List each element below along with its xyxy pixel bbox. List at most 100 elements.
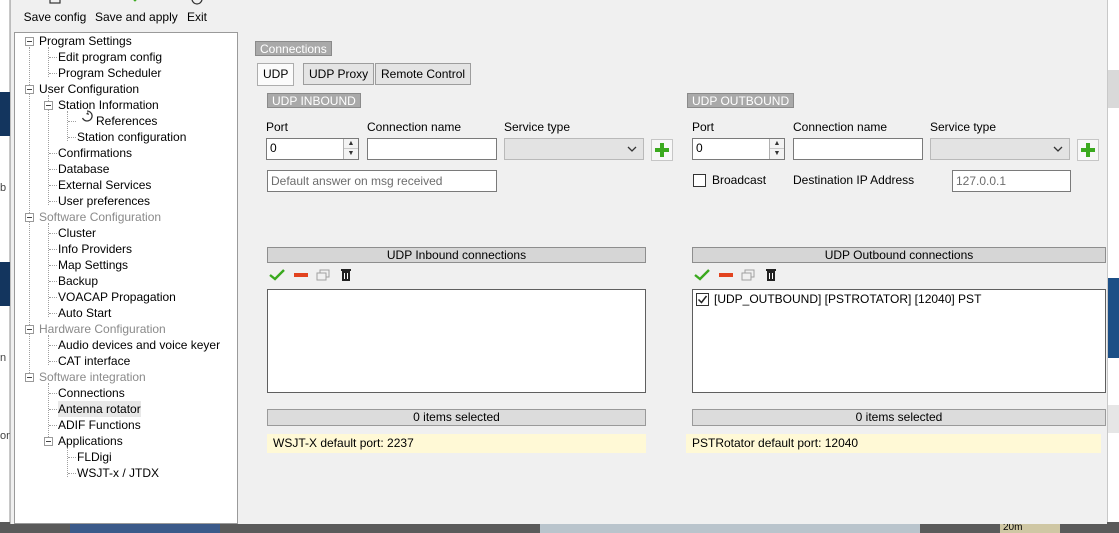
- tree-collapse-toggle[interactable]: [44, 437, 53, 446]
- tree-guide-line: [49, 361, 57, 362]
- background-band: [0, 92, 10, 136]
- outbound-connection-name-field[interactable]: [793, 138, 923, 160]
- outbound-port-label: Port: [692, 120, 715, 134]
- tree-item-external-services[interactable]: External Services: [58, 177, 151, 193]
- tree-guide-line: [49, 313, 57, 314]
- spin-buttons: ▲ ▼: [769, 139, 784, 159]
- tree-guide-line: [48, 95, 49, 205]
- save-config-button[interactable]: Save config: [23, 0, 87, 26]
- duplicate-icon[interactable]: [316, 268, 332, 282]
- tree-collapse-toggle[interactable]: [25, 213, 34, 222]
- list-item-checkbox[interactable]: [696, 293, 709, 306]
- tree-item-auto-start[interactable]: Auto Start: [58, 305, 111, 321]
- inbound-connections-list[interactable]: [267, 289, 646, 393]
- add-outbound-button[interactable]: [1077, 139, 1099, 161]
- broadcast-checkbox[interactable]: [693, 174, 706, 187]
- tree-item-user-configuration[interactable]: User Configuration: [39, 81, 139, 97]
- tree-guide-line: [49, 345, 57, 346]
- increment-arrow-icon[interactable]: ▲: [770, 139, 784, 149]
- tree-item-program-settings[interactable]: Program Settings: [39, 33, 132, 49]
- tree-item-cat-interface[interactable]: CAT interface: [58, 353, 130, 369]
- tree-collapse-toggle[interactable]: [25, 373, 34, 382]
- inbound-list-toolbar: [267, 266, 646, 286]
- destination-ip-field[interactable]: 127.0.0.1: [952, 170, 1071, 192]
- broadcast-label: Broadcast: [712, 173, 767, 187]
- trash-icon[interactable]: [340, 267, 352, 282]
- tree-item-wsjtx-jtdx[interactable]: WSJT-x / JTDX: [77, 465, 159, 481]
- increment-arrow-icon[interactable]: ▲: [344, 139, 358, 149]
- tree-collapse-toggle[interactable]: [44, 101, 53, 110]
- tree-collapse-toggle[interactable]: [25, 85, 34, 94]
- tree-guide-line: [49, 73, 57, 74]
- duplicate-icon[interactable]: [741, 268, 757, 282]
- tab-udp-proxy[interactable]: UDP Proxy: [303, 63, 375, 85]
- checkmark-icon[interactable]: [694, 268, 710, 282]
- settings-tree[interactable]: Program Settings Edit program config Pro…: [14, 32, 238, 524]
- inbound-port-value: 0: [270, 141, 277, 155]
- inbound-connection-name-field[interactable]: [367, 138, 497, 160]
- outbound-service-type-select[interactable]: [930, 138, 1070, 160]
- add-inbound-button[interactable]: [651, 139, 673, 161]
- exit-label: Exit: [186, 10, 207, 24]
- tree-guide-line: [49, 281, 57, 282]
- tab-remote-control[interactable]: Remote Control: [375, 63, 472, 85]
- save-and-apply-label: Save and apply: [95, 10, 178, 24]
- tree-collapse-toggle[interactable]: [25, 37, 34, 46]
- tree-item-software-integration[interactable]: Software integration: [39, 369, 146, 385]
- checkmark-icon[interactable]: [269, 268, 285, 282]
- tree-item-voacap-propagation[interactable]: VOACAP Propagation: [58, 289, 176, 305]
- exit-button[interactable]: Exit: [183, 0, 211, 26]
- tree-item-applications[interactable]: Applications: [58, 433, 123, 449]
- outbound-port-value: 0: [696, 141, 703, 155]
- decrement-arrow-icon[interactable]: ▼: [344, 149, 358, 159]
- tree-guide-line: [49, 249, 57, 250]
- chevron-down-icon: [627, 146, 637, 152]
- tree-collapse-toggle[interactable]: [25, 325, 34, 334]
- outbound-service-type-label: Service type: [930, 120, 997, 134]
- remove-icon[interactable]: [718, 268, 734, 282]
- tree-item-audio-devices[interactable]: Audio devices and voice keyer: [58, 337, 220, 353]
- tree-item-confirmations[interactable]: Confirmations: [58, 145, 132, 161]
- tree-item-software-configuration[interactable]: Software Configuration: [39, 209, 161, 225]
- toolbar: Save config Save and apply Exit: [11, 0, 1108, 27]
- tree-item-adif-functions[interactable]: ADIF Functions: [58, 417, 141, 433]
- tree-item-connections[interactable]: Connections: [58, 385, 125, 401]
- background-right-strip: [1107, 0, 1119, 533]
- decrement-arrow-icon[interactable]: ▼: [770, 149, 784, 159]
- tab-udp[interactable]: UDP: [257, 63, 295, 86]
- outbound-connection-name-label: Connection name: [793, 120, 888, 134]
- outbound-note: PSTRotator default port: 12040: [686, 434, 1101, 453]
- panel-title: Connections: [255, 41, 332, 56]
- check-mark-icon: [697, 295, 708, 304]
- inbound-port-stepper[interactable]: 0 ▲ ▼: [266, 138, 359, 160]
- inbound-service-type-select[interactable]: [504, 138, 644, 160]
- outbound-port-stepper[interactable]: 0 ▲ ▼: [692, 138, 785, 160]
- save-and-apply-button[interactable]: Save and apply: [95, 0, 178, 26]
- tree-item-edit-program-config[interactable]: Edit program config: [58, 49, 162, 65]
- background-band: [1108, 70, 1119, 108]
- tree-item-database[interactable]: Database: [58, 161, 109, 177]
- default-answer-field[interactable]: Default answer on msg received: [267, 170, 497, 192]
- tree-item-fldigi[interactable]: FLDigi: [77, 449, 112, 465]
- tree-item-map-settings[interactable]: Map Settings: [58, 257, 128, 273]
- tree-item-backup[interactable]: Backup: [58, 273, 98, 289]
- background-text: n: [0, 352, 7, 364]
- tree-item-antenna-rotator[interactable]: Antenna rotator: [58, 401, 141, 417]
- tree-guide-line: [68, 457, 76, 458]
- tree-item-cluster[interactable]: Cluster: [58, 225, 96, 241]
- tree-item-references[interactable]: References: [96, 113, 157, 129]
- tree-item-info-providers[interactable]: Info Providers: [58, 241, 132, 257]
- tree-item-station-configuration[interactable]: Station configuration: [77, 129, 186, 145]
- tree-guide-line: [48, 223, 49, 317]
- plus-icon: [1081, 143, 1095, 157]
- remove-icon[interactable]: [293, 268, 309, 282]
- plus-icon: [655, 143, 669, 157]
- tree-item-user-preferences[interactable]: User preferences: [58, 193, 150, 209]
- tree-item-station-information[interactable]: Station Information: [58, 97, 159, 113]
- outbound-connections-list[interactable]: [UDP_OUTBOUND] [PSTROTATOR] [12040] PST: [692, 289, 1106, 393]
- tree-item-hardware-configuration[interactable]: Hardware Configuration: [39, 321, 166, 337]
- tree-item-program-scheduler[interactable]: Program Scheduler: [58, 65, 161, 81]
- tree-guide-line: [49, 185, 57, 186]
- trash-icon[interactable]: [765, 267, 777, 282]
- inbound-connection-name-label: Connection name: [367, 120, 462, 134]
